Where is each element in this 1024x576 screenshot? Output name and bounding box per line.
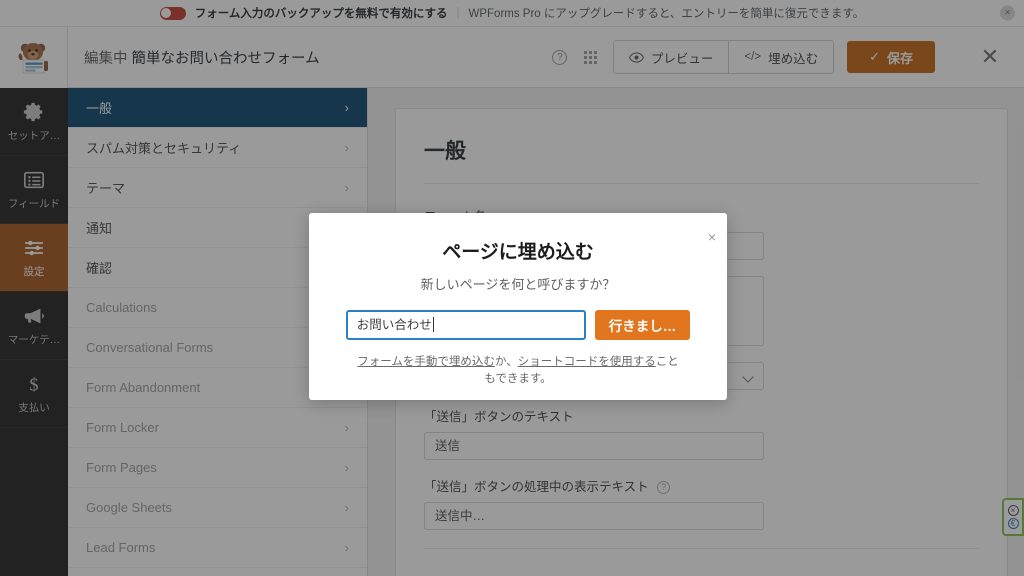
text-caret xyxy=(432,317,434,332)
embed-page-modal: × ページに埋め込む 新しいページを何と呼びますか？ お問い合わせ 行きまし… … xyxy=(309,213,727,400)
manual-embed-link[interactable]: フォームを手動で埋め込む xyxy=(357,356,495,368)
page-name-input-value: お問い合わせ xyxy=(356,318,432,332)
modal-foot-mid: か、 xyxy=(494,356,518,368)
page-name-input[interactable]: お問い合わせ xyxy=(345,310,586,340)
shortcode-link[interactable]: ショートコードを使用する xyxy=(518,356,656,368)
wpforms-builder-screen: フォーム入力のバックアップを無料で有効にする | WPForms Pro にアッ… xyxy=(0,0,1024,576)
modal-close-icon[interactable]: × xyxy=(708,230,716,244)
modal-footer-text: フォームを手動で埋め込むか、ショートコードを使用することもできます。 xyxy=(309,354,727,389)
lets-go-button[interactable]: 行きまし… xyxy=(594,310,691,340)
modal-subtitle: 新しいページを何と呼びますか？ xyxy=(420,277,616,292)
modal-title: ページに埋め込む xyxy=(442,242,594,263)
